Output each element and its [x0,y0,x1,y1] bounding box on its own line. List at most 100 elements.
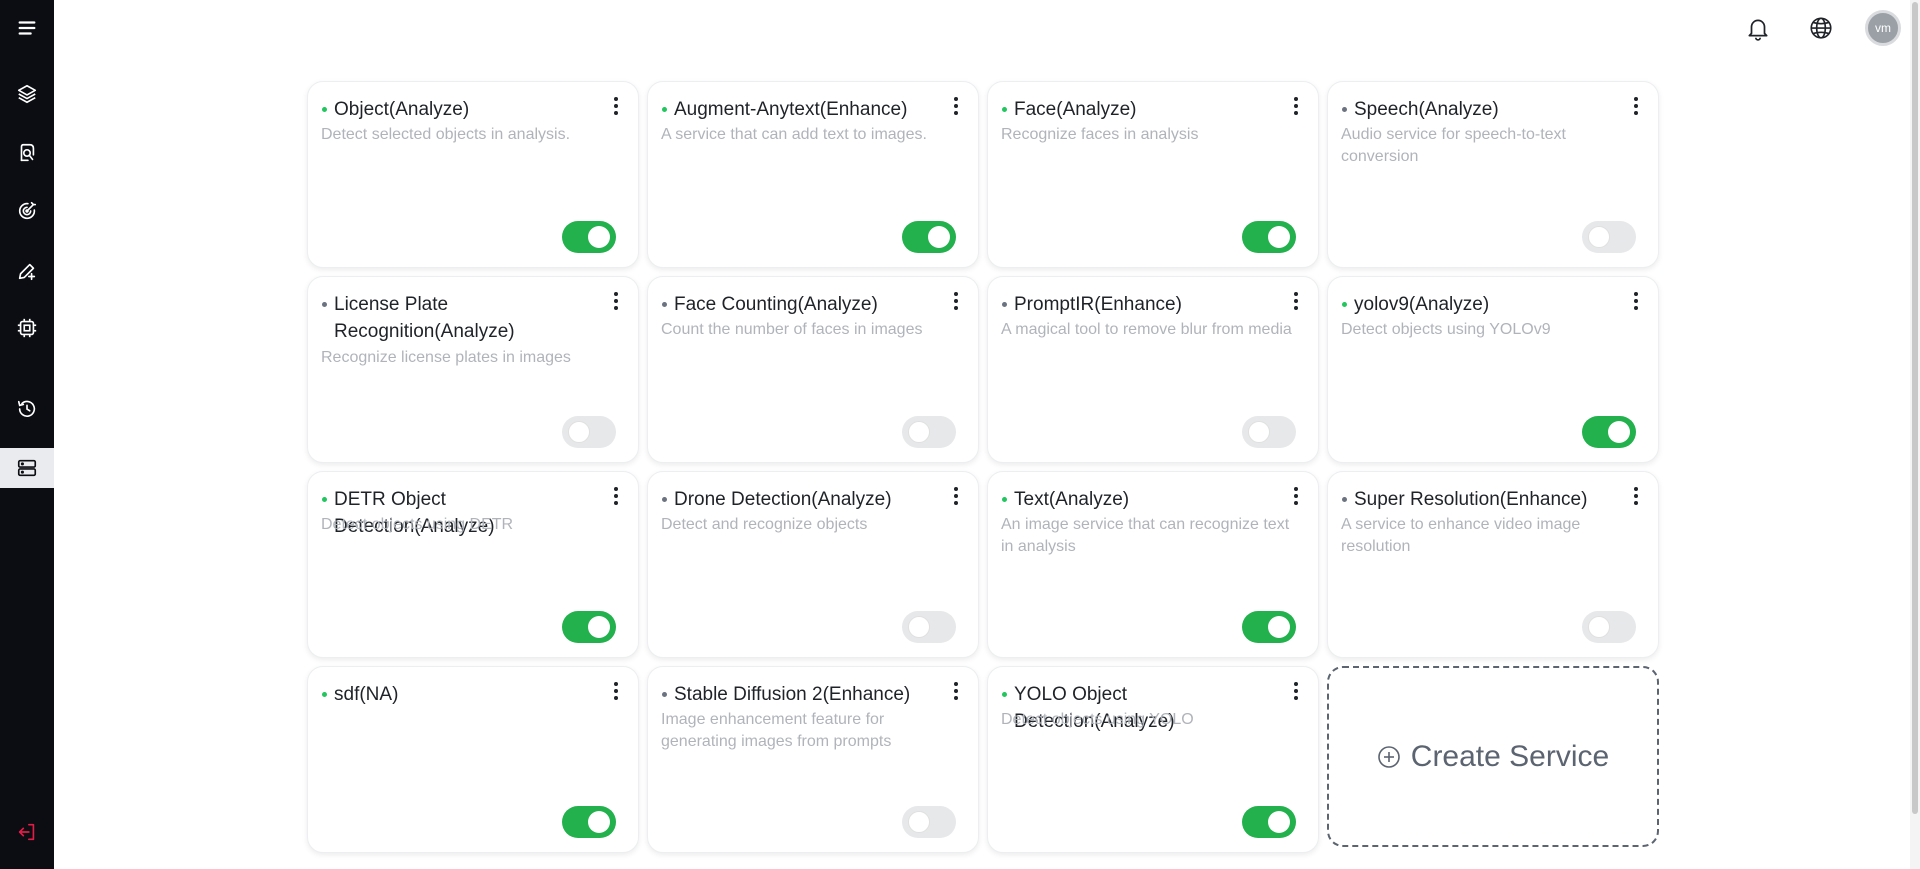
service-card[interactable]: Object(Analyze) Detect selected objects i… [307,81,639,268]
service-toggle[interactable] [1242,806,1296,838]
service-toggle[interactable] [562,416,616,448]
toggle-knob [1268,616,1290,638]
more-options-dot [1634,292,1638,296]
service-description: Recognize license plates in images [321,349,571,366]
toggle-knob [1588,226,1610,248]
service-card[interactable]: PromptIR(Enhance) A magical tool to remov… [987,276,1319,463]
logout-button[interactable] [0,812,54,852]
language-button[interactable] [1803,10,1839,46]
more-options-icon[interactable] [1290,94,1302,118]
service-toggle[interactable] [1242,221,1296,253]
sidebar-item-target[interactable] [0,191,54,231]
more-options-icon[interactable] [610,289,622,313]
more-options-icon[interactable] [610,94,622,118]
service-description: A service to enhance video image resolut… [1341,516,1581,555]
sidebar [0,0,54,869]
service-card-header: Face Counting(Analyze) [662,291,950,318]
service-toggle[interactable] [1582,221,1636,253]
more-options-icon[interactable] [610,679,622,703]
service-description: Audio service for speech-to-text convers… [1341,126,1566,165]
status-dot [1002,107,1007,112]
create-service-button[interactable]: Create Service [1327,666,1659,847]
plus-circle-icon [1377,745,1400,768]
more-options-icon[interactable] [1630,94,1642,118]
service-card[interactable]: Speech(Analyze) Audio service for speech-… [1327,81,1659,268]
more-options-icon[interactable] [1290,484,1302,508]
service-card[interactable]: Stable Diffusion 2(Enhance) Image enhance… [647,666,979,853]
service-card[interactable]: Augment-Anytext(Enhance) A service that c… [647,81,979,268]
menu-button[interactable] [0,8,54,48]
service-toggle[interactable] [562,221,616,253]
service-toggle[interactable] [1242,416,1296,448]
more-options-icon[interactable] [950,289,962,313]
scrollbar-thumb[interactable] [1912,2,1918,814]
more-options-dot [1634,306,1638,310]
service-toggle[interactable] [902,416,956,448]
avatar[interactable]: vm [1865,10,1901,46]
more-options-dot [1294,299,1298,303]
more-options-dot [614,97,618,101]
more-options-icon[interactable] [1630,484,1642,508]
service-title: Augment-Anytext(Enhance) [674,99,908,120]
more-options-dot [614,682,618,686]
sidebar-item-history[interactable] [0,389,54,429]
more-options-icon[interactable] [950,94,962,118]
service-card-header: Face(Analyze) [1002,96,1290,123]
toggle-knob [568,421,590,443]
status-dot [322,107,327,112]
service-description: Image enhancement feature for generating… [661,711,892,750]
service-card[interactable]: YOLO Object Detection(Analyze) Detect obj… [987,666,1319,853]
more-options-icon[interactable] [1290,289,1302,313]
service-card-header: License Plate Recognition(Analyze) [322,291,610,345]
service-title: Face Counting(Analyze) [674,294,878,315]
more-options-icon[interactable] [950,484,962,508]
service-toggle[interactable] [1582,611,1636,643]
service-toggle[interactable] [1242,611,1296,643]
service-card[interactable]: Drone Detection(Analyze) Detect and recog… [647,471,979,658]
more-options-dot [1634,111,1638,115]
service-toggle[interactable] [562,806,616,838]
sidebar-item-chip[interactable] [0,308,54,348]
status-dot [662,692,667,697]
more-options-icon[interactable] [610,484,622,508]
service-card[interactable]: yolov9(Analyze) Detect objects using YOLO… [1327,276,1659,463]
service-toggle[interactable] [1582,416,1636,448]
more-options-dot [614,104,618,108]
service-card[interactable]: License Plate Recognition(Analyze) Recogn… [307,276,639,463]
service-toggle[interactable] [562,611,616,643]
service-card[interactable]: DETR Object Detection(Analyze) Detect obj… [307,471,639,658]
service-card[interactable]: sdf(NA) [307,666,639,853]
more-options-dot [1634,501,1638,505]
notifications-button[interactable] [1740,10,1776,46]
more-options-dot [1294,111,1298,115]
more-options-icon[interactable] [1290,679,1302,703]
more-options-dot [1634,487,1638,491]
service-toggle[interactable] [902,611,956,643]
more-options-dot [614,111,618,115]
sidebar-item-services[interactable] [0,448,54,488]
sidebar-item-layers[interactable] [0,74,54,114]
scrollbar[interactable] [1910,0,1920,869]
service-description: Detect and recognize objects [661,516,868,533]
service-description: Detect objects using YOLO [1001,711,1194,728]
more-options-dot [1634,494,1638,498]
service-title: Face(Analyze) [1014,99,1137,120]
sidebar-item-edit[interactable] [0,251,54,291]
service-card[interactable]: Text(Analyze) An image service that can r… [987,471,1319,658]
service-card[interactable]: Super Resolution(Enhance) A service to en… [1327,471,1659,658]
sidebar-item-search-docs[interactable] [0,133,54,173]
service-card[interactable]: Face Counting(Analyze) Count the number o… [647,276,979,463]
more-options-icon[interactable] [950,679,962,703]
service-title: Drone Detection(Analyze) [674,489,892,510]
logout-icon [18,823,35,841]
more-options-icon[interactable] [1630,289,1642,313]
toggle-knob [928,226,950,248]
service-toggle[interactable] [902,221,956,253]
edit-add-icon [18,263,36,281]
service-card-header: Drone Detection(Analyze) [662,486,950,513]
service-title: Object(Analyze) [334,99,470,120]
service-card[interactable]: Face(Analyze) Recognize faces in analysis [987,81,1319,268]
service-toggle[interactable] [902,806,956,838]
service-description: Detect selected objects in analysis. [321,126,571,143]
service-card-header: yolov9(Analyze) [1342,291,1630,318]
